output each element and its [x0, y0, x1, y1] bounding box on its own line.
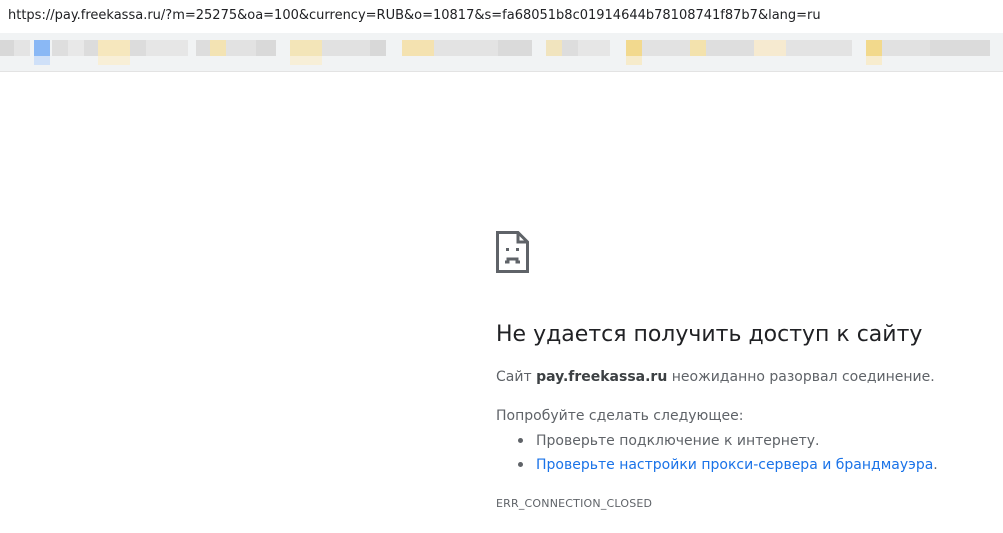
url-text[interactable]: https://pay.freekassa.ru/?m=25275&oa=100…	[8, 8, 821, 23]
summary-suffix: неожиданно разорвал соединение.	[667, 369, 935, 385]
bookmark-item[interactable]	[52, 40, 98, 56]
bookmark-item[interactable]	[626, 40, 852, 65]
suggestions-heading: Попробуйте сделать следующее:	[496, 408, 744, 424]
bookmark-item[interactable]	[98, 40, 188, 65]
suggestion-tail: .	[933, 457, 938, 473]
bookmark-item[interactable]	[866, 40, 990, 65]
bookmark-item[interactable]	[402, 40, 532, 56]
proxy-firewall-settings-link[interactable]: Проверьте настройки прокси-сервера и бра…	[536, 457, 933, 473]
error-summary: Сайт pay.freekassa.ru неожиданно разорва…	[496, 369, 935, 385]
bookmark-item[interactable]	[0, 40, 30, 56]
bookmark-item[interactable]	[196, 40, 276, 56]
error-code: ERR_CONNECTION_CLOSED	[496, 497, 653, 510]
address-bar[interactable]: https://pay.freekassa.ru/?m=25275&oa=100…	[0, 0, 1003, 33]
suggestion-item: Проверьте настройки прокси-сервера и бра…	[518, 454, 938, 478]
bookmark-item[interactable]	[34, 40, 50, 65]
summary-host: pay.freekassa.ru	[536, 369, 668, 385]
sad-page-icon	[496, 231, 529, 273]
error-title: Не удается получить доступ к сайту	[496, 322, 923, 347]
bookmark-item[interactable]	[546, 40, 610, 56]
suggestions-list: Проверьте подключение к интернету. Прове…	[496, 430, 938, 478]
summary-prefix: Сайт	[496, 369, 537, 385]
suggestion-item: Проверьте подключение к интернету.	[518, 430, 938, 454]
bookmark-item[interactable]	[290, 40, 386, 65]
suggestion-check-connection: Проверьте подключение к интернету.	[536, 433, 820, 449]
bookmarks-bar	[0, 33, 1003, 72]
